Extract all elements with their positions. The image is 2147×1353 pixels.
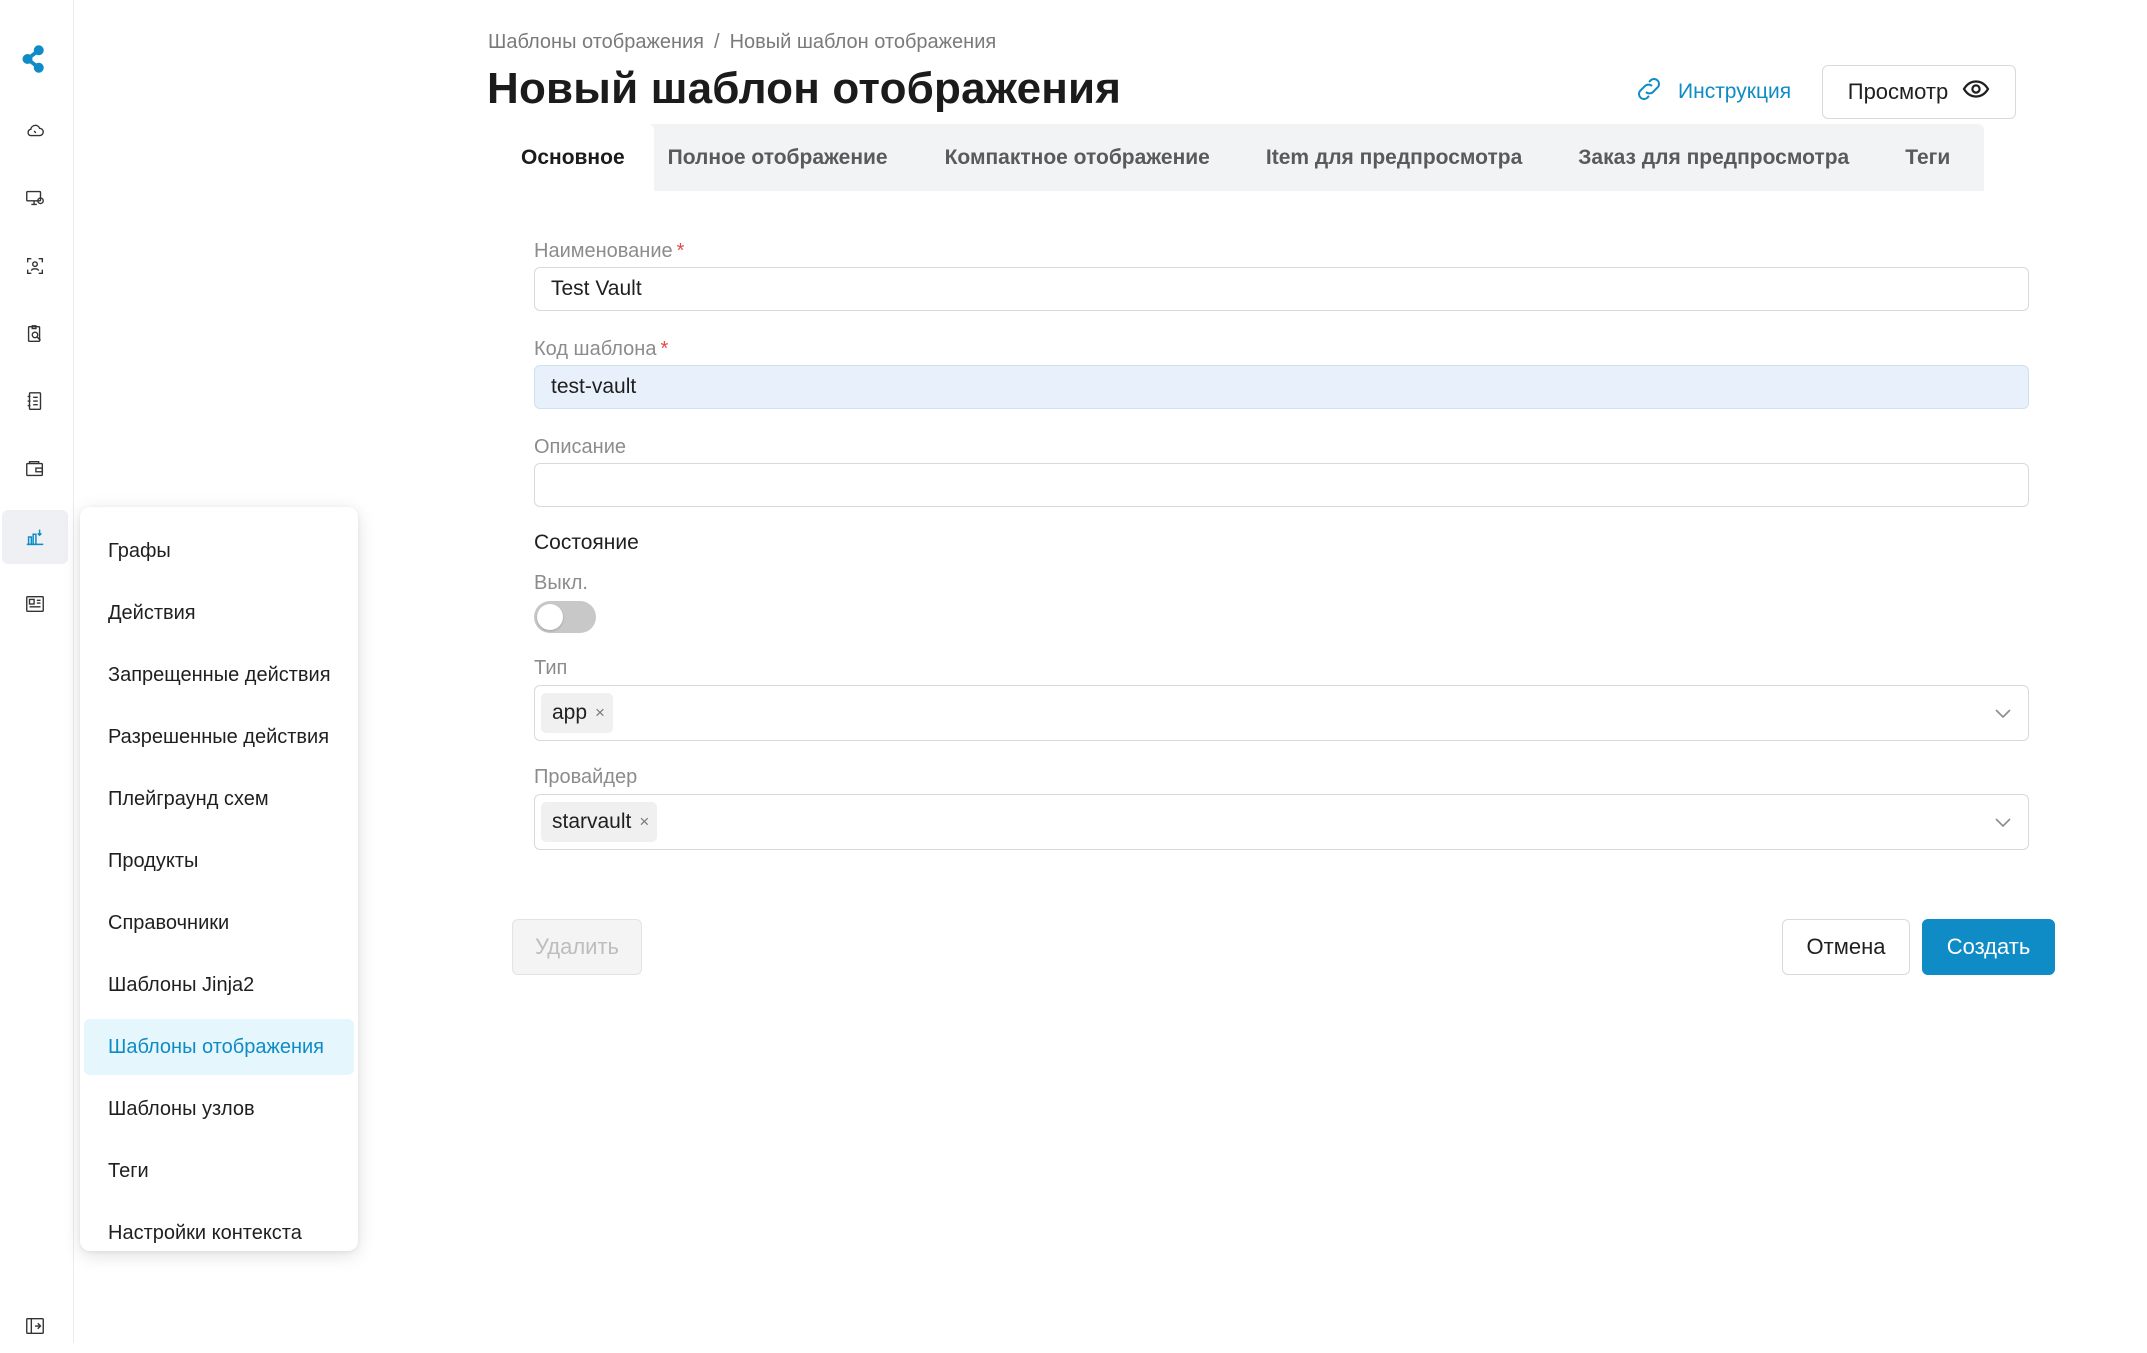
tab-order-preview[interactable]: Заказ для предпросмотра: [1550, 124, 1877, 191]
chevron-down-icon[interactable]: [1994, 813, 2012, 831]
menu-item-graphs[interactable]: Графы: [84, 523, 354, 579]
menu-item-display-templates[interactable]: Шаблоны отображения: [84, 1019, 354, 1075]
menu-item-context-settings[interactable]: Настройки контекста: [84, 1205, 354, 1261]
menu-item-node-templates[interactable]: Шаблоны узлов: [84, 1081, 354, 1137]
menu-item-jinja2-templates[interactable]: Шаблоны Jinja2: [84, 957, 354, 1013]
preview-button[interactable]: Просмотр: [1822, 65, 2016, 119]
menu-item-allowed-actions[interactable]: Разрешенные действия: [84, 709, 354, 765]
notebook-icon[interactable]: [2, 374, 68, 428]
tab-tags[interactable]: Теги: [1877, 124, 1978, 191]
required-mark: *: [660, 338, 669, 360]
flyout-menu: Графы Действия Запрещенные действия Разр…: [80, 507, 358, 1251]
create-button[interactable]: Создать: [1922, 919, 2055, 975]
code-input[interactable]: test-vault: [534, 365, 2029, 409]
tab-bar: Основное Полное отображение Компактное о…: [492, 124, 1984, 191]
name-field-label: Наименование *: [534, 240, 684, 263]
menu-item-dictionaries[interactable]: Справочники: [84, 895, 354, 951]
cancel-button[interactable]: Отмена: [1782, 919, 1910, 975]
required-mark: *: [676, 240, 685, 262]
name-input[interactable]: Test Vault: [534, 267, 2029, 311]
provider-select[interactable]: starvault ×: [534, 794, 2029, 850]
monitor-settings-icon[interactable]: [2, 171, 68, 225]
tab-full-display[interactable]: Полное отображение: [654, 124, 916, 191]
close-icon[interactable]: ×: [639, 812, 649, 832]
type-tag: app ×: [541, 693, 613, 733]
logo-icon[interactable]: [2, 32, 68, 86]
delete-button[interactable]: Удалить: [512, 919, 642, 975]
breadcrumb: Шаблоны отображения / Новый шаблон отображ…: [488, 31, 996, 54]
user-frame-icon[interactable]: [2, 239, 68, 293]
provider-tag-label: starvault: [552, 810, 632, 833]
tab-compact-display[interactable]: Компактное отображение: [916, 124, 1238, 191]
chevron-down-icon[interactable]: [1994, 704, 2012, 722]
page-title: Новый шаблон отображения: [487, 64, 1122, 113]
name-input-value: Test Vault: [551, 277, 642, 300]
breadcrumb-current: Новый шаблон отображения: [729, 31, 997, 53]
name-label-text: Наименование: [534, 240, 673, 262]
chart-icon[interactable]: [2, 510, 68, 564]
state-toggle[interactable]: [534, 601, 596, 633]
clipboard-search-icon[interactable]: [2, 307, 68, 361]
code-label-text: Код шаблона: [534, 338, 657, 360]
tab-main[interactable]: Основное: [492, 124, 654, 191]
grid-list-icon[interactable]: [2, 577, 68, 631]
code-input-value: test-vault: [551, 375, 637, 398]
description-field-label: Описание: [534, 436, 627, 458]
preview-label: Просмотр: [1847, 79, 1949, 104]
sidebar-rail: [0, 0, 74, 1343]
menu-item-tags[interactable]: Теги: [84, 1143, 354, 1199]
link-icon: [1632, 76, 1666, 108]
type-field-label: Тип: [534, 657, 568, 679]
instruction-link[interactable]: Инструкция: [1632, 76, 1791, 108]
tab-item-preview[interactable]: Item для предпросмотра: [1238, 124, 1550, 191]
toggle-knob: [537, 604, 563, 630]
type-select[interactable]: app ×: [534, 685, 2029, 741]
menu-item-schema-playground[interactable]: Плейграунд схем: [84, 771, 354, 827]
menu-item-forbidden-actions[interactable]: Запрещенные действия: [84, 647, 354, 703]
breadcrumb-parent[interactable]: Шаблоны отображения: [488, 31, 704, 53]
eye-icon: [1962, 79, 1990, 105]
instruction-label: Инструкция: [1678, 80, 1792, 103]
wallet-icon[interactable]: [2, 442, 68, 496]
menu-item-products[interactable]: Продукты: [84, 833, 354, 889]
state-section-title: Состояние: [534, 531, 639, 554]
description-input[interactable]: [534, 463, 2029, 507]
provider-tag: starvault ×: [541, 802, 658, 842]
breadcrumb-separator: /: [714, 31, 720, 53]
menu-item-actions[interactable]: Действия: [84, 585, 354, 641]
cloud-icon[interactable]: [2, 104, 68, 158]
state-value-label: Выкл.: [534, 572, 588, 594]
provider-field-label: Провайдер: [534, 766, 638, 788]
type-tag-label: app: [552, 701, 588, 724]
close-icon[interactable]: ×: [595, 703, 605, 723]
collapse-sidebar-icon[interactable]: [2, 1299, 68, 1353]
code-field-label: Код шаблона *: [534, 338, 668, 361]
